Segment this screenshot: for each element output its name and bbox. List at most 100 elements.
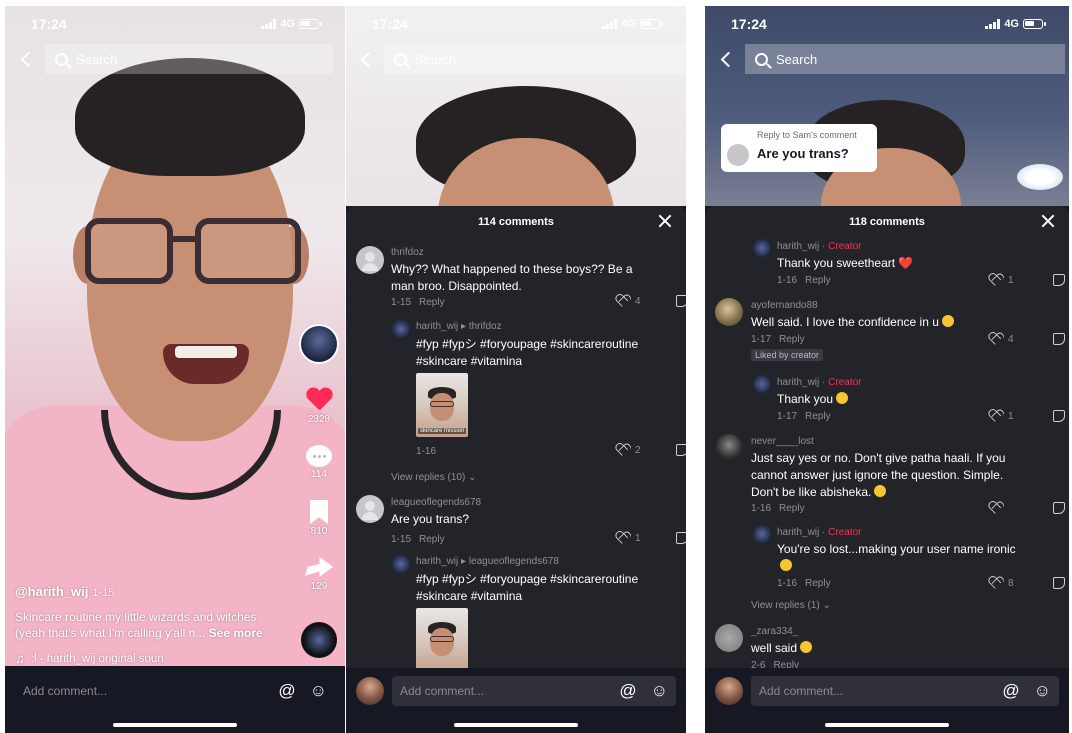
video-reply-thumbnail[interactable] — [416, 608, 468, 668]
music-row[interactable]: ♫ ‎:l - harith_wij original soun — [15, 651, 285, 666]
dislike-icon[interactable] — [1053, 410, 1065, 422]
reply-like[interactable]: 1 — [989, 274, 1014, 286]
reply-button[interactable]: Reply — [773, 660, 799, 668]
dislike-icon[interactable] — [1053, 577, 1065, 589]
comment-like-count: 4 — [635, 295, 641, 307]
creator-avatar[interactable] — [299, 324, 339, 364]
search-input[interactable]: Search — [45, 44, 333, 74]
comment-like[interactable] — [989, 502, 1003, 514]
reply-button[interactable]: Reply — [419, 534, 445, 545]
status-signal: 4G — [261, 18, 322, 30]
reply-meta: 1-16 Reply — [777, 578, 831, 589]
reply-sticker[interactable]: Reply to Sam's comment Are you trans? — [721, 124, 877, 172]
network-type: 4G — [621, 18, 636, 30]
comment-like[interactable]: 1 — [616, 532, 641, 544]
heart-emoji-icon: ❤️ — [898, 256, 914, 270]
view-replies-button[interactable]: View replies (1) ⌄ — [751, 600, 831, 611]
emoji-icon[interactable]: ☺ — [1034, 681, 1051, 701]
commenter-avatar[interactable] — [356, 246, 384, 274]
reply-like[interactable]: 8 — [989, 577, 1014, 589]
hands-emoji-icon — [941, 315, 954, 327]
reply-username[interactable]: harith_wij · Creator — [777, 377, 862, 388]
add-comment-input[interactable]: Add comment... @ ☺ — [751, 676, 1059, 706]
comment-username[interactable]: never____lost — [751, 436, 814, 447]
back-arrow-icon — [720, 51, 736, 67]
reply-button[interactable]: Reply — [779, 334, 805, 345]
comment-meta: 1-16 Reply — [751, 503, 805, 514]
status-time: 17:24 — [372, 16, 408, 32]
commenter-avatar[interactable] — [715, 434, 743, 462]
my-avatar[interactable] — [356, 677, 384, 705]
glasses-left-lens — [85, 218, 173, 284]
reply-like[interactable]: 2 — [616, 444, 641, 456]
view-replies-button[interactable]: View replies (10) ⌄ — [391, 472, 476, 483]
music-disc-icon[interactable] — [301, 622, 337, 658]
back-button[interactable] — [346, 44, 384, 74]
emoji-icon[interactable]: ☺ — [310, 681, 327, 701]
dislike-icon[interactable] — [1053, 502, 1065, 514]
creator-avatar[interactable] — [392, 555, 410, 573]
reply-like-count: 1 — [1008, 410, 1014, 422]
close-icon[interactable] — [1041, 214, 1055, 228]
creator-avatar[interactable] — [753, 375, 771, 393]
share-arrow-icon[interactable] — [305, 557, 333, 577]
video-username[interactable]: @harith_wij — [15, 584, 88, 599]
back-button[interactable] — [705, 44, 745, 74]
creator-avatar[interactable] — [392, 320, 410, 338]
comment-bubble-icon[interactable] — [306, 445, 332, 467]
comment-username[interactable]: _zara334_ — [751, 626, 798, 637]
reply-username[interactable]: harith_wij ▸ thrifdoz — [416, 321, 502, 332]
back-arrow-icon — [360, 51, 376, 67]
reply-username[interactable]: harith_wij · Creator — [777, 241, 862, 252]
reply-button[interactable]: Reply — [805, 275, 831, 286]
network-type: 4G — [1004, 18, 1019, 30]
comment-username[interactable]: ayofernando88 — [751, 300, 818, 311]
creator-avatar[interactable] — [753, 525, 771, 543]
reply-date: 1-16 — [777, 578, 798, 589]
commenter-avatar[interactable] — [715, 298, 743, 326]
back-button[interactable] — [5, 44, 45, 74]
reply-username[interactable]: harith_wij · Creator — [777, 527, 862, 538]
dislike-icon[interactable] — [1053, 274, 1065, 286]
mention-icon[interactable]: @ — [619, 681, 636, 701]
comment-like[interactable]: 4 — [616, 295, 641, 307]
heart-outline-icon — [616, 532, 630, 544]
video-player[interactable] — [5, 6, 345, 666]
close-icon[interactable] — [658, 214, 672, 228]
comment-meta: 1-17 Reply — [751, 334, 805, 345]
screenshot-stage: 17:24 4G Search 2328 114 810 129 @harith… — [0, 0, 1072, 733]
reply-button[interactable]: Reply — [805, 411, 831, 422]
my-avatar[interactable] — [715, 677, 743, 705]
reply-button[interactable]: Reply — [779, 503, 805, 514]
reply-text: Thank you sweetheart ❤️ — [777, 256, 914, 270]
add-comment-input[interactable]: Add comment... @ ☺ — [392, 676, 676, 706]
reply-button[interactable]: Reply — [805, 578, 831, 589]
comment-username[interactable]: thrifdoz — [391, 247, 424, 258]
comment-meta: 1-15 Reply — [391, 534, 445, 545]
mention-icon[interactable]: @ — [1002, 681, 1019, 701]
comment-like[interactable]: 4 — [989, 333, 1014, 345]
commenter-avatar[interactable] — [715, 624, 743, 652]
reply-username[interactable]: harith_wij ▸ leagueoflegends678 — [416, 556, 559, 567]
add-comment-input[interactable]: Add comment... @ ☺ — [15, 676, 335, 706]
see-more-link[interactable]: See more — [209, 626, 263, 640]
dislike-icon[interactable] — [676, 295, 686, 307]
creator-avatar[interactable] — [753, 239, 771, 257]
commenter-avatar[interactable] — [356, 495, 384, 523]
bookmark-icon[interactable] — [310, 500, 328, 524]
comment-text: Are you trans? — [391, 512, 470, 526]
like-heart-icon[interactable] — [306, 388, 332, 412]
reply-like-count: 2 — [635, 444, 641, 456]
comment-username[interactable]: leagueoflegends678 — [391, 497, 481, 508]
mention-icon[interactable]: @ — [278, 681, 295, 701]
dislike-icon[interactable] — [676, 532, 686, 544]
search-input[interactable]: Search — [745, 44, 1065, 74]
reply-button[interactable]: Reply — [419, 297, 445, 308]
dislike-icon[interactable] — [1053, 333, 1065, 345]
search-input[interactable]: Search — [384, 44, 686, 74]
signal-bars-icon — [985, 19, 1001, 29]
dislike-icon[interactable] — [676, 444, 686, 456]
reply-like[interactable]: 1 — [989, 410, 1014, 422]
video-reply-thumbnail[interactable]: skincare mission — [416, 373, 468, 437]
emoji-icon[interactable]: ☺ — [651, 681, 668, 701]
